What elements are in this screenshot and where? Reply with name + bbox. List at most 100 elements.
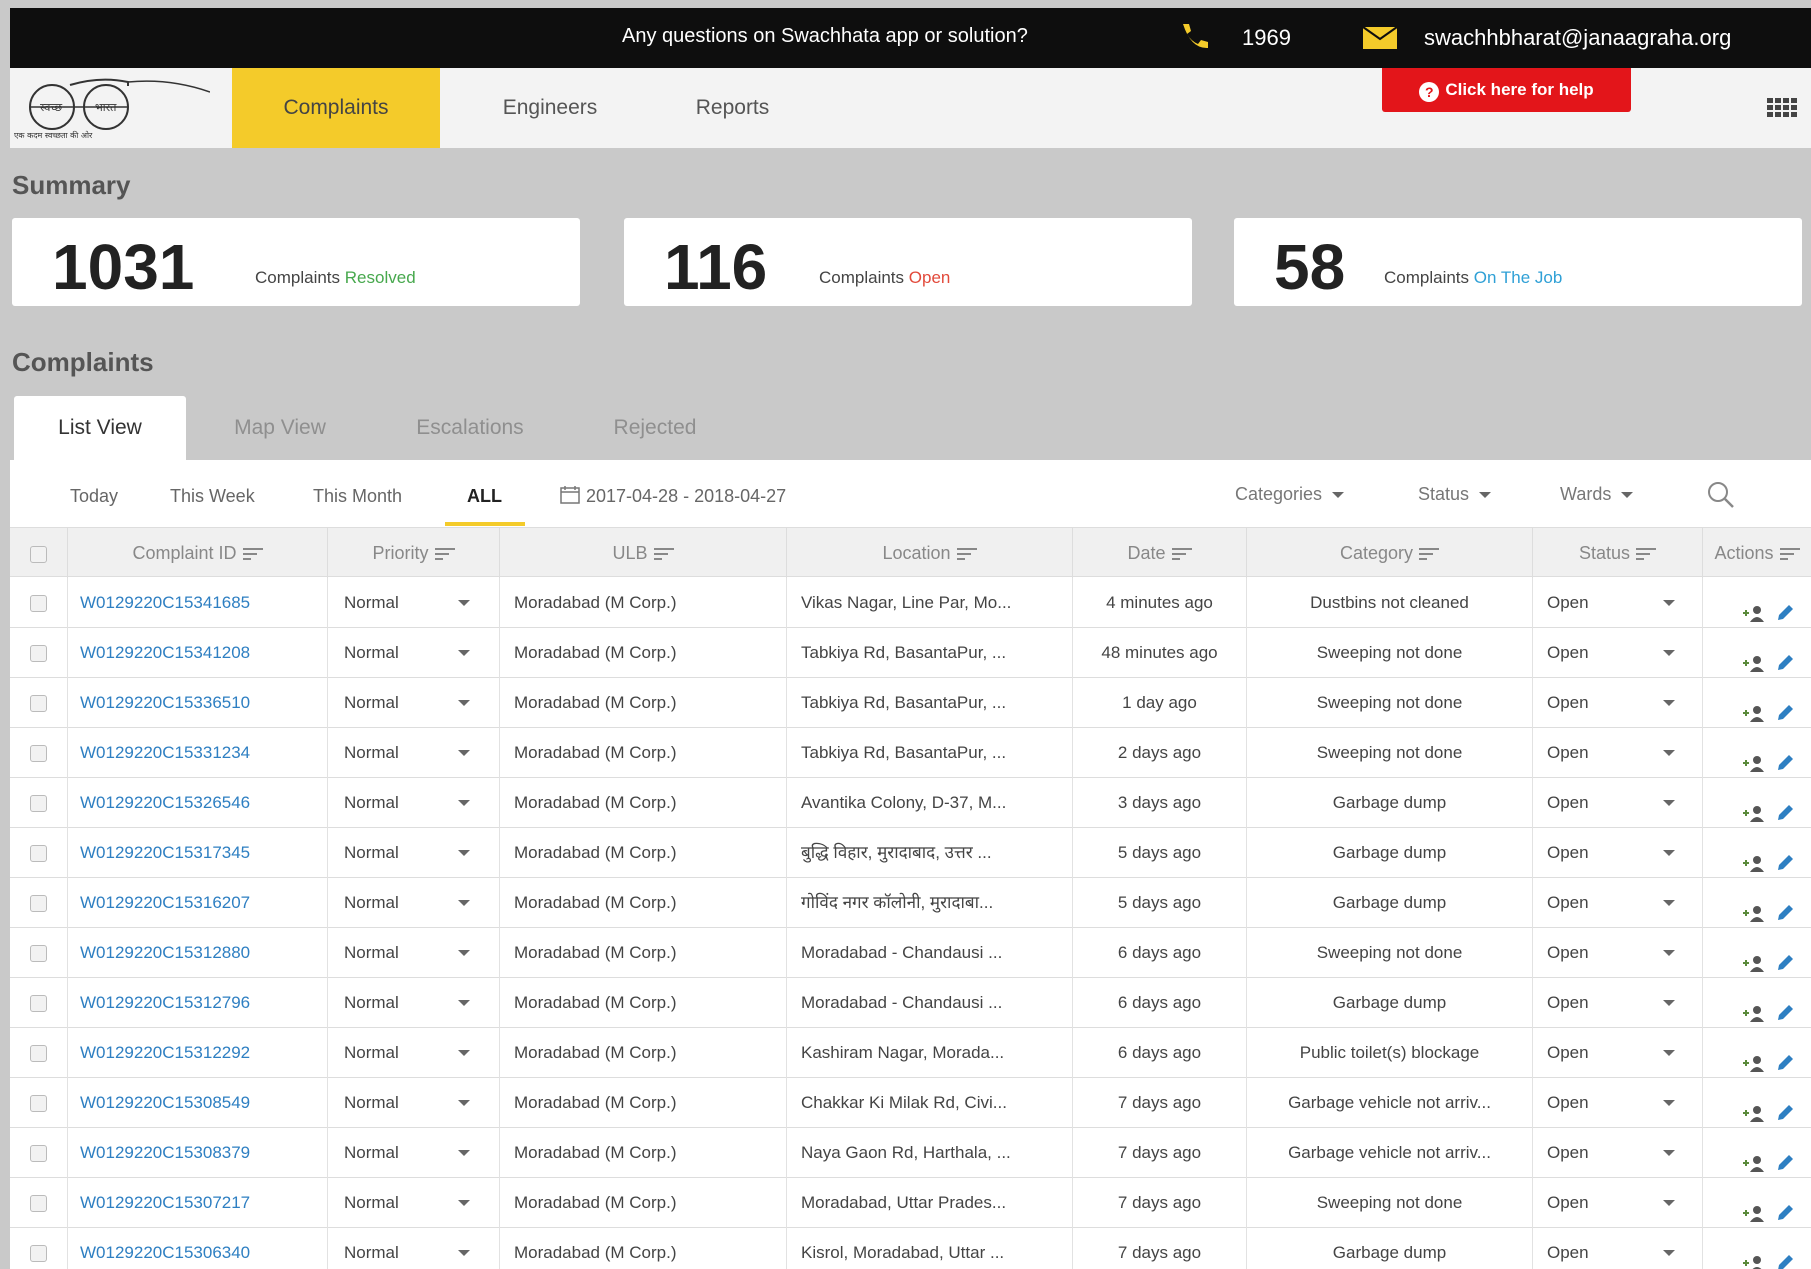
assign-engineer-icon[interactable] xyxy=(1741,843,1767,878)
edit-icon[interactable] xyxy=(1775,942,1795,978)
row-checkbox[interactable] xyxy=(10,1178,68,1228)
status-select[interactable]: Open xyxy=(1533,778,1703,828)
filter-this-week[interactable]: This Week xyxy=(170,486,255,507)
complaint-id-link[interactable]: W0129220C15308379 xyxy=(68,1128,328,1178)
status-select[interactable]: Open xyxy=(1533,878,1703,928)
status-select[interactable]: Open xyxy=(1533,828,1703,878)
search-icon[interactable] xyxy=(1706,480,1736,515)
priority-select[interactable]: Normal xyxy=(328,1228,500,1269)
edit-icon[interactable] xyxy=(1775,1142,1795,1178)
row-checkbox[interactable] xyxy=(10,928,68,978)
complaint-id-link[interactable]: W0129220C15317345 xyxy=(68,828,328,878)
wards-dropdown[interactable]: Wards xyxy=(1560,484,1634,505)
row-checkbox[interactable] xyxy=(10,1228,68,1269)
status-select[interactable]: Open xyxy=(1533,978,1703,1028)
priority-select[interactable]: Normal xyxy=(328,728,500,778)
row-checkbox[interactable] xyxy=(10,978,68,1028)
status-select[interactable]: Open xyxy=(1533,578,1703,628)
row-checkbox[interactable] xyxy=(10,628,68,678)
complaint-id-link[interactable]: W0129220C15312880 xyxy=(68,928,328,978)
complaint-id-link[interactable]: W0129220C15307217 xyxy=(68,1178,328,1228)
assign-engineer-icon[interactable] xyxy=(1741,1093,1767,1128)
complaint-id-link[interactable]: W0129220C15331234 xyxy=(68,728,328,778)
row-checkbox[interactable] xyxy=(10,1078,68,1128)
status-select[interactable]: Open xyxy=(1533,928,1703,978)
status-select[interactable]: Open xyxy=(1533,628,1703,678)
row-checkbox[interactable] xyxy=(10,1128,68,1178)
row-checkbox[interactable] xyxy=(10,778,68,828)
edit-icon[interactable] xyxy=(1775,1092,1795,1128)
categories-dropdown[interactable]: Categories xyxy=(1235,484,1345,505)
priority-select[interactable]: Normal xyxy=(328,1078,500,1128)
col-category[interactable]: Category xyxy=(1247,528,1533,578)
assign-engineer-icon[interactable] xyxy=(1741,893,1767,928)
swachh-bharat-logo[interactable]: स्वच्छ भारत एक कदम स्वच्छता की ओर xyxy=(10,72,211,142)
edit-icon[interactable] xyxy=(1775,792,1795,828)
complaint-id-link[interactable]: W0129220C15316207 xyxy=(68,878,328,928)
status-select[interactable]: Open xyxy=(1533,1078,1703,1128)
complaint-id-link[interactable]: W0129220C15326546 xyxy=(68,778,328,828)
complaint-id-link[interactable]: W0129220C15341208 xyxy=(68,628,328,678)
status-select[interactable]: Open xyxy=(1533,728,1703,778)
row-checkbox[interactable] xyxy=(10,878,68,928)
apps-grid-icon[interactable] xyxy=(1767,98,1797,123)
tab-escalations[interactable]: Escalations xyxy=(380,396,560,460)
assign-engineer-icon[interactable] xyxy=(1741,793,1767,828)
tab-rejected[interactable]: Rejected xyxy=(580,396,730,460)
status-select[interactable]: Open xyxy=(1533,1028,1703,1078)
select-all-checkbox[interactable] xyxy=(10,528,68,578)
status-dropdown[interactable]: Status xyxy=(1418,484,1492,505)
edit-icon[interactable] xyxy=(1775,992,1795,1028)
complaint-id-link[interactable]: W0129220C15312292 xyxy=(68,1028,328,1078)
status-select[interactable]: Open xyxy=(1533,1178,1703,1228)
status-select[interactable]: Open xyxy=(1533,678,1703,728)
tab-map-view[interactable]: Map View xyxy=(200,396,360,460)
status-select[interactable]: Open xyxy=(1533,1228,1703,1269)
complaint-id-link[interactable]: W0129220C15336510 xyxy=(68,678,328,728)
row-checkbox[interactable] xyxy=(10,678,68,728)
priority-select[interactable]: Normal xyxy=(328,1178,500,1228)
col-complaint-id[interactable]: Complaint ID xyxy=(68,528,328,578)
edit-icon[interactable] xyxy=(1775,1042,1795,1078)
assign-engineer-icon[interactable] xyxy=(1741,643,1767,678)
edit-icon[interactable] xyxy=(1775,642,1795,678)
edit-icon[interactable] xyxy=(1775,592,1795,628)
edit-icon[interactable] xyxy=(1775,1192,1795,1228)
row-checkbox[interactable] xyxy=(10,728,68,778)
assign-engineer-icon[interactable] xyxy=(1741,593,1767,628)
assign-engineer-icon[interactable] xyxy=(1741,1243,1767,1269)
row-checkbox[interactable] xyxy=(10,578,68,628)
col-date[interactable]: Date xyxy=(1073,528,1247,578)
priority-select[interactable]: Normal xyxy=(328,778,500,828)
row-checkbox[interactable] xyxy=(10,828,68,878)
assign-engineer-icon[interactable] xyxy=(1741,1193,1767,1228)
priority-select[interactable]: Normal xyxy=(328,828,500,878)
priority-select[interactable]: Normal xyxy=(328,578,500,628)
help-button[interactable]: ? Click here for help xyxy=(1382,68,1631,112)
nav-engineers[interactable]: Engineers xyxy=(470,68,630,148)
priority-select[interactable]: Normal xyxy=(328,978,500,1028)
edit-icon[interactable] xyxy=(1775,742,1795,778)
filter-this-month[interactable]: This Month xyxy=(313,486,402,507)
tab-list-view[interactable]: List View xyxy=(14,396,186,460)
edit-icon[interactable] xyxy=(1775,692,1795,728)
assign-engineer-icon[interactable] xyxy=(1741,743,1767,778)
priority-select[interactable]: Normal xyxy=(328,1128,500,1178)
col-priority[interactable]: Priority xyxy=(328,528,500,578)
row-checkbox[interactable] xyxy=(10,1028,68,1078)
filter-today[interactable]: Today xyxy=(70,486,118,507)
filter-all[interactable]: ALL xyxy=(467,486,502,507)
priority-select[interactable]: Normal xyxy=(328,878,500,928)
nav-complaints[interactable]: Complaints xyxy=(232,68,440,148)
complaint-id-link[interactable]: W0129220C15341685 xyxy=(68,578,328,628)
complaint-id-link[interactable]: W0129220C15312796 xyxy=(68,978,328,1028)
edit-icon[interactable] xyxy=(1775,842,1795,878)
status-select[interactable]: Open xyxy=(1533,1128,1703,1178)
col-ulb[interactable]: ULB xyxy=(500,528,787,578)
nav-reports[interactable]: Reports xyxy=(660,68,805,148)
complaint-id-link[interactable]: W0129220C15308549 xyxy=(68,1078,328,1128)
priority-select[interactable]: Normal xyxy=(328,628,500,678)
priority-select[interactable]: Normal xyxy=(328,928,500,978)
assign-engineer-icon[interactable] xyxy=(1741,693,1767,728)
assign-engineer-icon[interactable] xyxy=(1741,993,1767,1028)
